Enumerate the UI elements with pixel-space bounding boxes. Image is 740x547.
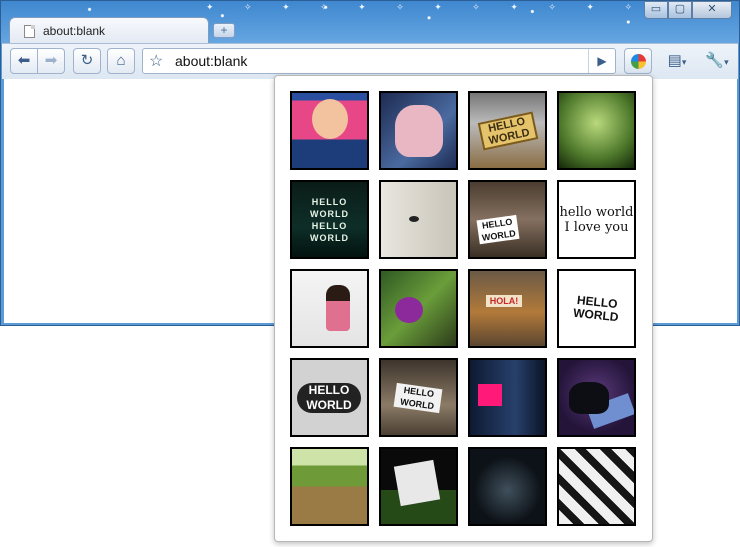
magazine-thumbnail[interactable]: HOLA! [468, 269, 547, 348]
thumbnail-caption: HELLO WORLD [476, 214, 520, 244]
hand-thumbnail[interactable] [379, 91, 458, 170]
go-button[interactable]: ▶ [588, 49, 615, 73]
shoes-thumbnail[interactable] [557, 358, 636, 437]
tab-title: about:blank [43, 24, 106, 38]
back-button[interactable]: ⬅ [10, 48, 38, 74]
tab-about-blank[interactable]: about:blank [9, 17, 209, 45]
pink-robot-thumbnail[interactable] [468, 358, 547, 437]
address-bar[interactable]: ☆ about:blank ▶ [142, 48, 616, 74]
mask-eye [409, 216, 419, 222]
hello-world-sign-thumbnail[interactable]: HELLO WORLD [468, 91, 547, 170]
hello-world-street-thumbnail[interactable]: HELLO WORLD [379, 358, 458, 437]
maximize-button[interactable]: ▢ [668, 1, 692, 19]
minimize-button[interactable]: ▭ [644, 1, 668, 19]
butterfly-thumbnail[interactable] [557, 91, 636, 170]
hand-shape [395, 105, 443, 157]
back-arrow-icon: ⬅ [17, 52, 31, 69]
baby-thumbnail[interactable] [290, 91, 369, 170]
bookmark-star-icon[interactable]: ☆ [149, 51, 163, 71]
light-trail-thumbnail[interactable] [468, 447, 547, 526]
thumbnail-caption: hello world I love you [559, 204, 634, 235]
thumbnail-caption: HELLO WORLD [297, 382, 361, 413]
home-button[interactable]: ⌂ [107, 48, 135, 74]
hello-world-text-thumbnail[interactable]: hello world I love you [557, 180, 636, 259]
hello-world-neon-thumbnail[interactable]: HELLO WORLD HELLO WORLD [290, 180, 369, 259]
thumbnail-caption: HELLO WORLD HELLO WORLD [310, 196, 349, 243]
forward-button[interactable]: ➡ [37, 48, 65, 74]
hello-world-extension-icon [631, 54, 646, 69]
hello-world-bubble-thumbnail[interactable]: HELLO WORLD [290, 358, 369, 437]
baby-face [312, 99, 348, 139]
white-box [393, 459, 441, 507]
starry-theme-decoration: ✦ ✧ ✦ ✧ ✦ ✧ ✦ ✧ ✦ ✧ ✦ ✧ ✦ ✧ ✦ [206, 2, 646, 12]
hello-world-pixel-thumbnail[interactable]: HELLO WORLD [557, 269, 636, 348]
hello-world-alley-thumbnail[interactable]: HELLO WORLD [468, 180, 547, 259]
thumbnail-caption: HELLO WORLD [393, 382, 443, 413]
home-icon: ⌂ [116, 52, 126, 69]
reload-icon: ↻ [80, 52, 94, 69]
boxes-thumbnail[interactable] [379, 447, 458, 526]
chevron-down-icon: ▾ [681, 57, 687, 67]
new-tab-button[interactable]: + [213, 23, 235, 38]
navigation-toolbar: ⬅ ➡ ↻ ⌂ ☆ about:blank ▶ ▤▾ 🔧▾ [2, 43, 738, 79]
chevron-down-icon: ▾ [724, 57, 729, 67]
wrench-icon: 🔧 [705, 52, 725, 69]
girl-figure [326, 285, 350, 331]
page-menu-button[interactable]: ▤▾ [659, 48, 695, 74]
girl-thumbnail[interactable] [290, 269, 369, 348]
park-thumbnail[interactable] [290, 447, 369, 526]
blank-page-icon [24, 25, 35, 38]
mask-thumbnail[interactable] [379, 180, 458, 259]
thumbnail-caption: HELLO WORLD [572, 292, 620, 324]
extension-popup: HELLO WORLD HELLO WORLD HELLO WORLD HELL… [274, 75, 653, 542]
url-text[interactable]: about:blank [175, 53, 247, 69]
puzzle-pattern-thumbnail[interactable] [557, 447, 636, 526]
thumbnail-caption: HELLO WORLD [477, 110, 539, 151]
purple-flower [395, 297, 423, 323]
wrench-menu-button[interactable]: 🔧▾ [699, 48, 735, 74]
close-window-button[interactable]: ✕ [692, 1, 732, 19]
flower-thumbnail[interactable] [379, 269, 458, 348]
extension-button[interactable] [624, 48, 652, 74]
thumbnail-caption: HOLA! [486, 295, 522, 307]
shoe [569, 382, 609, 414]
forward-arrow-icon: ➡ [44, 52, 58, 69]
pink-robot [478, 384, 502, 406]
reload-button[interactable]: ↻ [73, 48, 101, 74]
page-icon: ▤ [667, 52, 682, 69]
